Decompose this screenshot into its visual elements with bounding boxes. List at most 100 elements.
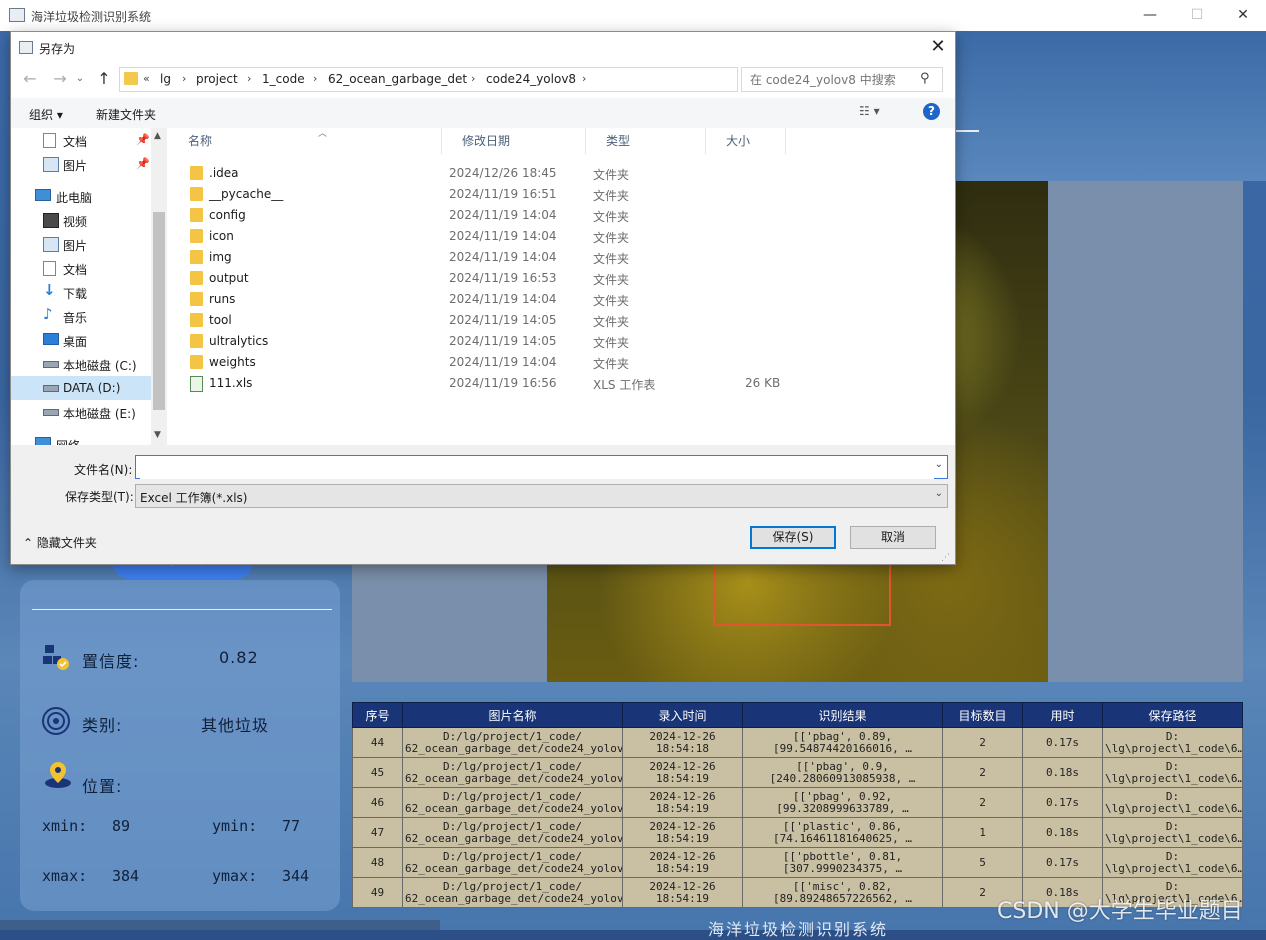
file-row[interactable]: output 2024/11/19 16:53 文件夹 xyxy=(168,268,955,289)
table-row[interactable]: 47 D:/lg/project/1_code/ 62_ocean_garbag… xyxy=(352,817,1243,848)
nav-item-label: 本地磁盘 (E:) xyxy=(63,407,136,421)
breadcrumb-overflow[interactable]: « xyxy=(143,72,150,85)
nav-item-network[interactable]: 网络 xyxy=(11,432,151,445)
scrollbar-thumb[interactable] xyxy=(153,212,165,410)
maximize-button[interactable]: ☐ xyxy=(1174,0,1220,31)
class-label: 类别: xyxy=(82,716,123,735)
resize-grip-icon[interactable]: ⋰ xyxy=(941,553,950,563)
breadcrumb-code24[interactable]: code24_yolov8 xyxy=(486,72,576,86)
recent-chevron-icon[interactable]: ⌄ xyxy=(71,70,89,88)
filename-dropdown-icon[interactable]: ⌄ xyxy=(935,459,943,470)
close-button[interactable]: ✕ xyxy=(1220,0,1266,31)
hide-folders-toggle[interactable]: ⌃ 隐藏文件夹 xyxy=(23,534,97,551)
table-row[interactable]: 45 D:/lg/project/1_code/ 62_ocean_garbag… xyxy=(352,757,1243,788)
nav-item-label: 本地磁盘 (C:) xyxy=(63,359,137,373)
nav-item-drive-d[interactable]: DATA (D:) xyxy=(11,376,151,400)
file-row[interactable]: weights 2024/11/19 14:04 文件夹 xyxy=(168,352,955,373)
file-row[interactable]: icon 2024/11/19 14:04 文件夹 xyxy=(168,226,955,247)
filetype-select[interactable]: Excel 工作簿(*.xls) ⌄ xyxy=(135,484,948,508)
file-type: 文件夹 xyxy=(593,231,630,245)
search-box[interactable]: ⚲ xyxy=(741,67,943,92)
pin-icon[interactable]: 📌 xyxy=(136,133,150,146)
column-header-date[interactable]: 修改日期 xyxy=(442,128,586,154)
breadcrumb-separator-icon[interactable]: › xyxy=(313,72,317,85)
table-row[interactable]: 44 D:/lg/project/1_code/ 62_ocean_garbag… xyxy=(352,727,1243,758)
col-header-time[interactable]: 录入时间 xyxy=(622,702,743,728)
computer-icon xyxy=(35,189,51,201)
breadcrumb-1-code[interactable]: 1_code xyxy=(262,72,305,86)
organize-button[interactable]: 组织 ▾ xyxy=(29,106,63,123)
scroll-up-icon[interactable]: ▲ xyxy=(154,131,161,141)
cell-index: 46 xyxy=(352,787,403,818)
search-input[interactable] xyxy=(742,68,922,91)
table-row[interactable]: 48 D:/lg/project/1_code/ 62_ocean_garbag… xyxy=(352,847,1243,878)
nav-item-music[interactable]: ♪ 音乐 xyxy=(11,304,151,328)
confidence-icon xyxy=(43,645,69,670)
breadcrumb-lg[interactable]: lg xyxy=(160,72,171,86)
pin-icon[interactable]: 📌 xyxy=(136,157,150,170)
file-row[interactable]: tool 2024/11/19 14:05 文件夹 xyxy=(168,310,955,331)
nav-item-this-pc[interactable]: 此电脑 xyxy=(11,184,151,208)
save-button[interactable]: 保存(S) xyxy=(750,526,836,549)
new-folder-button[interactable]: 新建文件夹 xyxy=(96,106,156,123)
minimize-button[interactable]: — xyxy=(1127,0,1173,31)
nav-item-pictures[interactable]: 图片 xyxy=(11,232,151,256)
breadcrumb-separator-icon[interactable]: › xyxy=(471,72,475,85)
filename-field[interactable]: ⌄ xyxy=(135,455,948,479)
column-header-name[interactable]: 名称 xyxy=(168,128,442,154)
folder-icon xyxy=(124,72,138,85)
nav-item-documents[interactable]: 文档 xyxy=(11,256,151,280)
file-row[interactable]: ultralytics 2024/11/19 14:05 文件夹 xyxy=(168,331,955,352)
col-header-count[interactable]: 目标数目 xyxy=(942,702,1023,728)
command-bar: 组织 ▾ 新建文件夹 ☷ ▾ ? xyxy=(11,98,955,128)
help-icon[interactable]: ? xyxy=(923,103,940,120)
col-header-duration[interactable]: 用时 xyxy=(1022,702,1103,728)
col-header-save-path[interactable]: 保存路径 xyxy=(1102,702,1243,728)
col-header-result[interactable]: 识别结果 xyxy=(742,702,943,728)
filename-input[interactable] xyxy=(140,457,934,479)
file-row[interactable]: 111.xls 2024/11/19 16:56 XLS 工作表 26 KB xyxy=(168,373,955,394)
breadcrumb-separator-icon[interactable]: › xyxy=(247,72,251,85)
back-arrow-icon[interactable]: ← xyxy=(21,70,39,88)
column-header-size[interactable]: 大小 xyxy=(706,128,786,154)
file-date: 2024/11/19 16:56 xyxy=(449,376,557,390)
breadcrumb-ocean-garbage[interactable]: 62_ocean_garbage_det xyxy=(328,72,467,86)
nav-pane-scrollbar[interactable]: ▲ ▼ xyxy=(151,128,167,445)
filetype-dropdown-icon[interactable]: ⌄ xyxy=(935,488,943,499)
nav-item-videos[interactable]: 视频 xyxy=(11,208,151,232)
dialog-close-button[interactable]: ✕ xyxy=(923,34,953,60)
nav-item-pictures-pinned[interactable]: 图片 📌 xyxy=(11,152,151,176)
nav-item-downloads[interactable]: ↓ 下载 xyxy=(11,280,151,304)
file-row[interactable]: .idea 2024/12/26 18:45 文件夹 xyxy=(168,163,955,184)
breadcrumb-separator-icon[interactable]: › xyxy=(182,72,186,85)
cancel-button[interactable]: 取消 xyxy=(850,526,936,549)
nav-item-drive-e[interactable]: 本地磁盘 (E:) xyxy=(11,400,151,424)
col-header-index[interactable]: 序号 xyxy=(352,702,403,728)
nav-item-documents-pinned[interactable]: 文档 📌 xyxy=(11,128,151,152)
breadcrumb-separator-icon[interactable]: › xyxy=(582,72,586,85)
breadcrumb-project[interactable]: project xyxy=(196,72,238,86)
cell-time: 2024-12-26 18:54:19 xyxy=(622,787,743,818)
cell-image-name: D:/lg/project/1_code/ 62_ocean_garbage_d… xyxy=(402,877,623,908)
file-type: 文件夹 xyxy=(593,273,630,287)
search-icon[interactable]: ⚲ xyxy=(920,71,930,86)
file-row[interactable]: __pycache__ 2024/11/19 16:51 文件夹 xyxy=(168,184,955,205)
forward-arrow-icon[interactable]: → xyxy=(51,70,69,88)
up-arrow-icon[interactable]: ↑ xyxy=(95,70,113,88)
cell-index: 44 xyxy=(352,727,403,758)
address-bar[interactable]: « lg › project › 1_code › 62_ocean_garba… xyxy=(119,67,833,92)
column-header-type[interactable]: 类型 xyxy=(586,128,706,154)
drive-icon xyxy=(43,385,59,392)
results-table[interactable]: 序号 图片名称 录入时间 识别结果 目标数目 用时 保存路径 44 D:/lg/… xyxy=(352,702,1243,908)
table-row[interactable]: 46 D:/lg/project/1_code/ 62_ocean_garbag… xyxy=(352,787,1243,818)
view-options-button[interactable]: ☷ ▾ xyxy=(859,104,880,118)
scroll-down-icon[interactable]: ▼ xyxy=(154,430,161,440)
nav-item-desktop[interactable]: 桌面 xyxy=(11,328,151,352)
nav-item-drive-c[interactable]: 本地磁盘 (C:) xyxy=(11,352,151,376)
nav-item-label: 文档 xyxy=(63,263,88,277)
dialog-title: 另存为 xyxy=(39,42,76,56)
col-header-image-name[interactable]: 图片名称 xyxy=(402,702,623,728)
file-row[interactable]: config 2024/11/19 14:04 文件夹 xyxy=(168,205,955,226)
file-row[interactable]: runs 2024/11/19 14:04 文件夹 xyxy=(168,289,955,310)
file-row[interactable]: img 2024/11/19 14:04 文件夹 xyxy=(168,247,955,268)
